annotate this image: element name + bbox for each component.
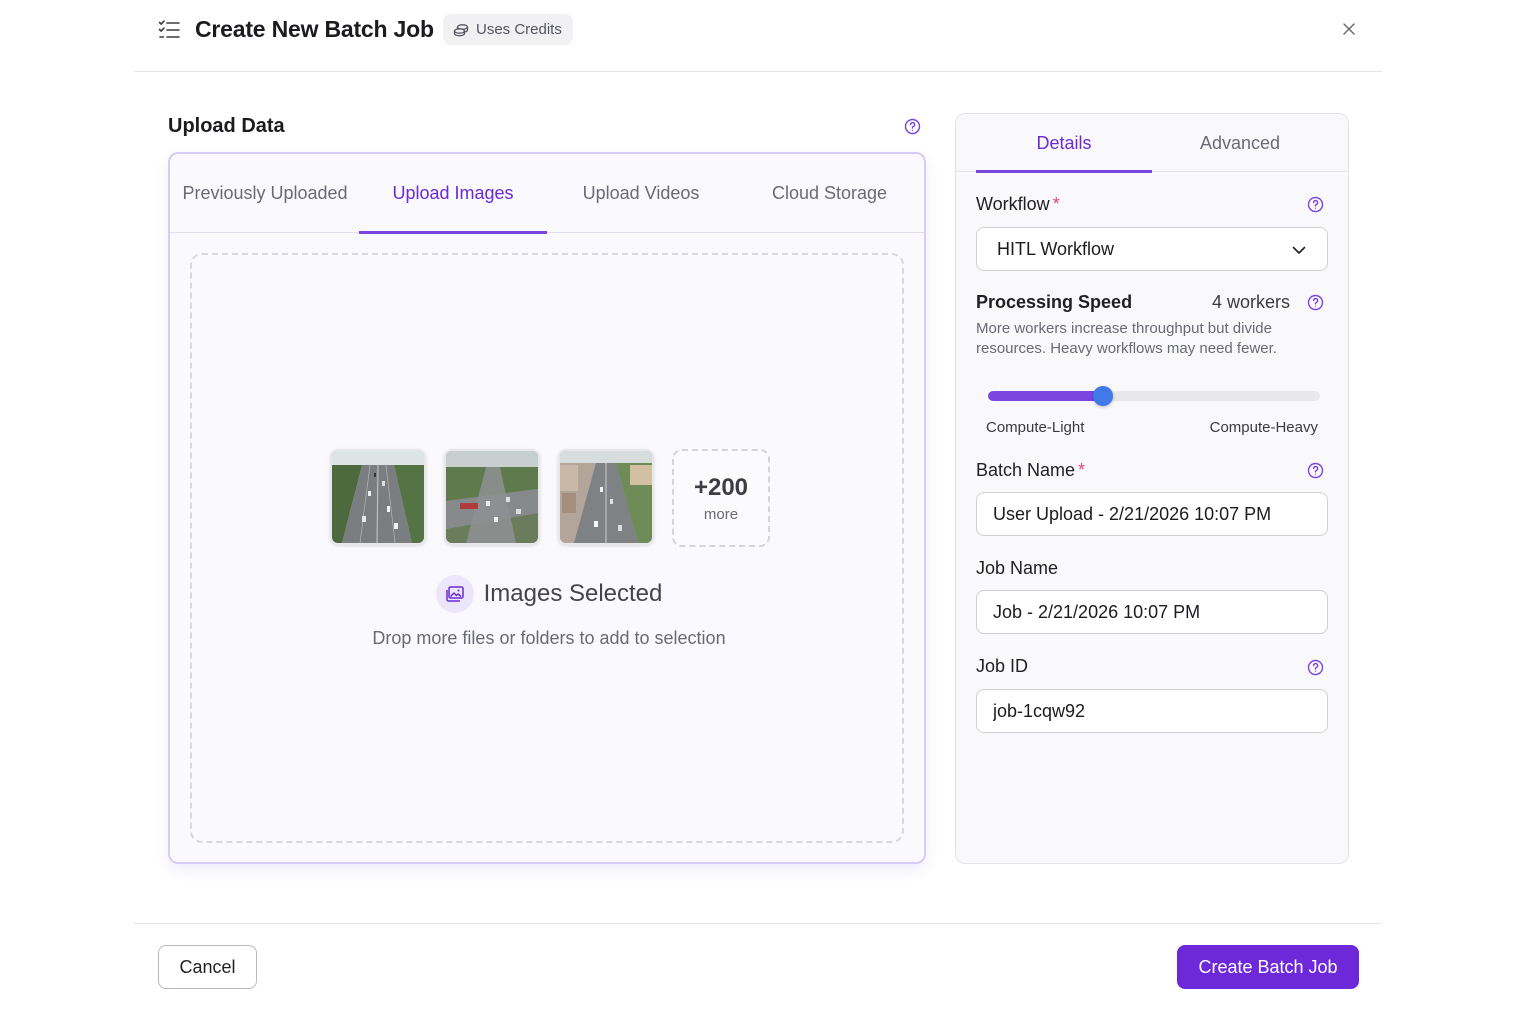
- uses-credits-label: Uses Credits: [476, 21, 562, 38]
- create-batch-job-button[interactable]: Create Batch Job: [1177, 945, 1359, 989]
- workflow-label: Workflow *: [976, 194, 1060, 214]
- cancel-button[interactable]: Cancel: [158, 945, 257, 989]
- required-mark: *: [1078, 460, 1086, 480]
- upload-tabs: Previously Uploaded Upload Images Upload…: [170, 154, 924, 234]
- image-icon: [435, 575, 474, 613]
- job-name-input[interactable]: [976, 590, 1328, 634]
- selected-thumbnails: +200 more: [330, 449, 770, 547]
- more-images-counter: +200 more: [672, 449, 770, 547]
- more-images-label: more: [703, 505, 739, 523]
- upload-data-title: Upload Data: [168, 115, 285, 137]
- workflow-help-icon[interactable]: [1307, 196, 1324, 213]
- tab-details[interactable]: Details: [976, 114, 1152, 173]
- batch-name-input[interactable]: [976, 492, 1328, 536]
- tab-upload-images[interactable]: Upload Images: [359, 154, 547, 234]
- upload-card: Previously Uploaded Upload Images Upload…: [168, 152, 926, 864]
- image-dropzone[interactable]: +200 more Images Selected Drop more file…: [190, 253, 904, 843]
- tab-upload-videos[interactable]: Upload Videos: [547, 154, 735, 233]
- image-thumbnail: [330, 449, 426, 545]
- processing-speed-help-icon[interactable]: [1307, 294, 1324, 311]
- coins-icon: [453, 23, 469, 36]
- settings-tabs: Details Advanced: [956, 114, 1348, 173]
- upload-help-icon[interactable]: [904, 118, 921, 135]
- processing-speed-label: Processing Speed: [976, 292, 1133, 312]
- close-button[interactable]: [1337, 17, 1361, 41]
- close-icon: [1343, 23, 1355, 35]
- job-id-input[interactable]: [976, 689, 1328, 733]
- image-thumbnail: [444, 449, 540, 545]
- slider-fill: [988, 391, 1103, 401]
- workflow-select[interactable]: HITL Workflow: [976, 227, 1328, 271]
- job-name-label: Job Name: [976, 558, 1059, 578]
- slider-thumb[interactable]: [1092, 386, 1113, 406]
- workers-count: 4 workers: [1212, 292, 1291, 312]
- batch-name-help-icon[interactable]: [1307, 462, 1324, 479]
- images-selected-text: Images Selected: [483, 580, 663, 607]
- images-selected-status: Images Selected: [192, 575, 906, 613]
- job-id-label: Job ID: [976, 656, 1029, 676]
- tab-previously-uploaded[interactable]: Previously Uploaded: [170, 154, 360, 233]
- checklist-icon: [158, 19, 180, 41]
- batch-name-label: Batch Name *: [976, 460, 1086, 480]
- slider-min-label: Compute-Light: [986, 419, 1085, 436]
- uses-credits-badge: Uses Credits: [443, 14, 573, 45]
- required-mark: *: [1052, 194, 1060, 214]
- workflow-selected-value: HITL Workflow: [997, 238, 1115, 259]
- create-batch-job-dialog: Create New Batch Job Uses Credits Upload…: [134, 0, 1382, 1012]
- dialog-footer: Cancel Create Batch Job: [134, 923, 1382, 1012]
- dropzone-hint: Drop more files or folders to add to sel…: [372, 628, 726, 648]
- processing-speed-slider[interactable]: [988, 386, 1320, 406]
- dialog-header: Create New Batch Job Uses Credits: [134, 0, 1382, 72]
- tab-advanced[interactable]: Advanced: [1152, 114, 1328, 172]
- chevron-down-icon: [1292, 246, 1306, 254]
- image-thumbnail: [558, 449, 654, 545]
- slider-max-label: Compute-Heavy: [1209, 419, 1318, 436]
- more-images-count: +200: [693, 473, 749, 501]
- job-settings-panel: Details Advanced Workflow * HITL Workflow…: [955, 113, 1349, 864]
- tab-cloud-storage[interactable]: Cloud Storage: [735, 154, 924, 233]
- dialog-title: Create New Batch Job: [195, 16, 434, 42]
- processing-speed-description: More workers increase throughput but div…: [976, 320, 1277, 357]
- job-id-help-icon[interactable]: [1307, 659, 1324, 676]
